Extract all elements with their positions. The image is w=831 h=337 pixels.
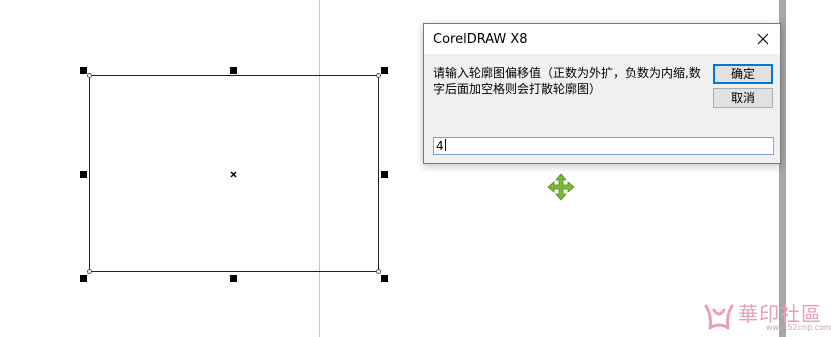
- close-icon: [757, 30, 769, 49]
- close-button[interactable]: [746, 24, 780, 54]
- selection-handle-right[interactable]: [381, 171, 388, 178]
- selection-handle-bottom[interactable]: [230, 275, 237, 282]
- selection-handle-bottom-left[interactable]: [80, 275, 87, 282]
- offset-dialog: CorelDRAW X8 请输入轮廓图偏移值（正数为外扩，负数为内缩,数字后面加…: [423, 23, 781, 164]
- watermark-url: www.52cnp.com: [766, 323, 831, 332]
- desktop-area: [786, 0, 831, 337]
- selection-handle-top-right[interactable]: [381, 67, 388, 74]
- watermark-logo-icon: [702, 302, 736, 332]
- selection-handle-bottom-right[interactable]: [381, 275, 388, 282]
- offset-input[interactable]: 4: [433, 137, 774, 155]
- offset-input-value: 4: [436, 139, 444, 153]
- selection-handle-top[interactable]: [230, 67, 237, 74]
- ok-button[interactable]: 确定: [713, 64, 773, 84]
- dialog-message: 请输入轮廓图偏移值（正数为外扩，负数为内缩,数字后面加空格则会打散轮廓图）: [433, 66, 701, 96]
- center-x-icon: [229, 170, 238, 179]
- watermark: 華印社區 www.52cnp.com: [700, 298, 831, 336]
- cancel-button[interactable]: 取消: [713, 88, 773, 108]
- rect-corner-node[interactable]: [87, 269, 92, 274]
- move-cursor-icon: [546, 172, 576, 202]
- dialog-titlebar[interactable]: CorelDRAW X8: [424, 24, 780, 54]
- selection-handle-top-left[interactable]: [80, 67, 87, 74]
- selection-handle-left[interactable]: [80, 171, 87, 178]
- rect-corner-node[interactable]: [376, 269, 381, 274]
- text-caret: [444, 139, 446, 151]
- dialog-title: CorelDRAW X8: [433, 32, 528, 47]
- rect-corner-node[interactable]: [87, 73, 92, 78]
